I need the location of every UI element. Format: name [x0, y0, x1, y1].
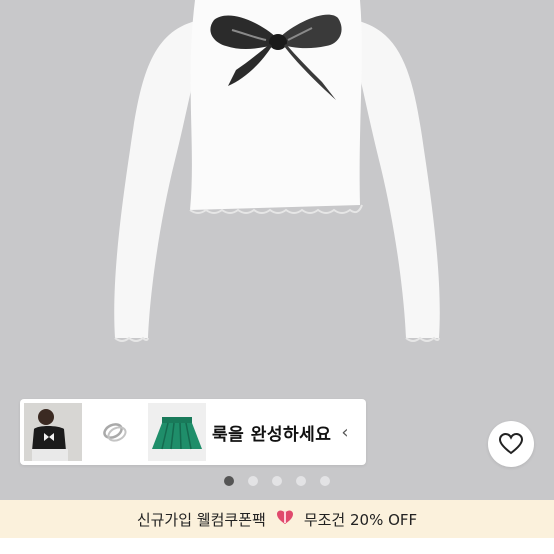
- skirt-thumbnail[interactable]: [148, 403, 206, 461]
- promo-text-after: 무조건 20% OFF: [303, 510, 418, 529]
- ring-thumbnail[interactable]: [86, 403, 144, 461]
- model-photo-icon: [24, 403, 82, 461]
- heart-icon: [499, 433, 523, 455]
- carousel-dot[interactable]: [248, 476, 258, 486]
- carousel-indicator: [0, 476, 554, 488]
- carousel-dot[interactable]: [320, 476, 330, 486]
- ring-icon: [86, 403, 144, 461]
- carousel-dot[interactable]: [272, 476, 282, 486]
- chevron-left-icon[interactable]: ‹: [341, 422, 348, 443]
- complete-look-label: 룩을 완성하세요: [212, 424, 332, 445]
- carousel-dot[interactable]: [224, 476, 234, 486]
- promo-text-before: 신규가입 웰컴쿠폰팩: [136, 510, 266, 529]
- gift-heart-icon: [276, 509, 294, 529]
- complete-the-look-card[interactable]: 룩을 완성하세요 ‹: [20, 399, 366, 465]
- carousel-dot[interactable]: [296, 476, 306, 486]
- green-skirt-icon: [148, 403, 206, 461]
- bow-top-thumbnail[interactable]: [24, 403, 82, 461]
- wishlist-button[interactable]: [488, 421, 534, 467]
- welcome-coupon-banner[interactable]: 신규가입 웰컴쿠폰팩 무조건 20% OFF: [0, 500, 554, 538]
- bottom-strip: [0, 538, 554, 554]
